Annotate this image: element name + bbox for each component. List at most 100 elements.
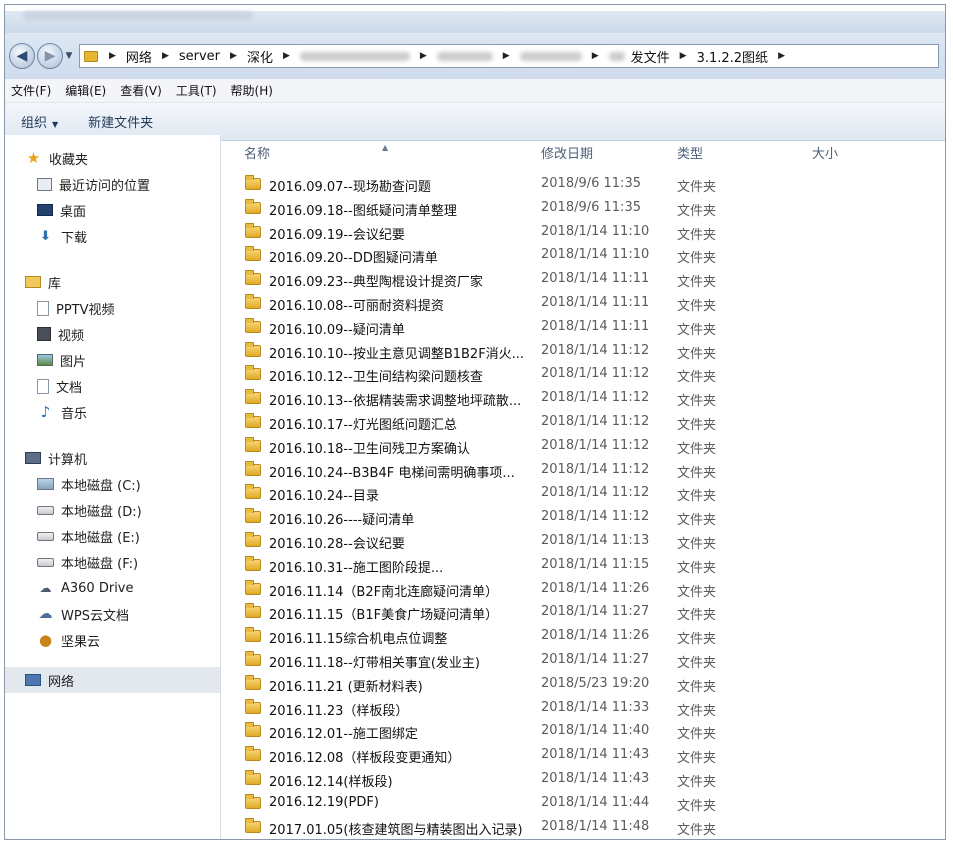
file-type: 文件夹 [677,275,717,291]
file-modified-date: 2018/1/14 11:43 [541,747,650,763]
file-row[interactable]: 2016.11.15综合机电点位调整 2018/1/14 11:26 文件夹 [222,624,945,648]
file-row[interactable]: 2016.12.08（样板段变更通知） 2018/1/14 11:43 文件夹 [222,743,945,767]
sidebar-item-music[interactable]: ♪ 音乐 [5,399,220,425]
new-folder-button[interactable]: 新建文件夹 [88,112,153,131]
file-row[interactable]: 2016.11.18--灯带相关事宜(发业主) 2018/1/14 11:27 文件… [222,648,945,672]
breadcrumb-network[interactable]: 网络 [123,47,155,66]
file-name: 2016.11.21 (更新材料表) [269,679,423,695]
chevron-right-icon[interactable]: ▶ [155,51,176,61]
chevron-right-icon[interactable]: ▶ [102,51,123,61]
chevron-right-icon[interactable]: ▶ [413,51,434,61]
chevron-right-icon[interactable]: ▶ [223,51,244,61]
sidebar-item-a360[interactable]: ☁ A360 Drive [5,575,220,601]
file-row[interactable]: 2016.10.13--依据精装需求调整地坪疏散... 2018/1/14 11:… [222,386,945,410]
column-header-date[interactable]: 修改日期 [541,143,593,162]
breadcrumb-shenhua[interactable]: 深化 [244,47,276,66]
breadcrumb-current[interactable]: 3.1.2.2图纸 [694,47,771,66]
file-modified-date: 2018/1/14 11:11 [541,294,650,310]
file-row[interactable]: 2016.09.18--图纸疑问清单整理 2018/9/6 11:35 文件夹 [222,196,945,220]
file-row[interactable]: 2016.12.19(PDF) 2018/1/14 11:44 文件夹 [222,791,945,815]
sidebar-item-desktop[interactable]: 桌面 [5,197,220,223]
chevron-right-icon[interactable]: ▶ [771,51,792,61]
sidebar-item-pictures[interactable]: 图片 [5,347,220,373]
file-row[interactable]: 2016.09.20--DD图疑问清单 2018/1/14 11:10 文件夹 [222,243,945,267]
organize-button[interactable]: 组织 ▼ [21,112,58,131]
file-type: 文件夹 [677,513,717,529]
sidebar-item-network[interactable]: 网络 [5,667,220,693]
sidebar-item-drive-d[interactable]: 本地磁盘 (D:) [5,497,220,523]
sidebar-item-favorites[interactable]: ★ 收藏夹 [5,145,220,171]
folder-icon [245,270,261,286]
file-row[interactable]: 2016.10.17--灯光图纸问题汇总 2018/1/14 11:12 文件夹 [222,410,945,434]
menu-file[interactable]: 文件(F) [11,82,51,99]
file-row[interactable]: 2016.10.24--目录 2018/1/14 11:12 文件夹 [222,481,945,505]
drive-icon [37,531,54,541]
folder-icon [245,317,261,333]
breadcrumb-server[interactable]: server [176,49,223,64]
menu-edit[interactable]: 编辑(E) [65,82,106,99]
file-row[interactable]: 2016.10.09--疑问清单 2018/1/14 11:11 文件夹 [222,315,945,339]
file-type: 文件夹 [677,322,717,338]
column-header-size[interactable]: 大小 [812,143,838,162]
sidebar-item-label: 视频 [58,328,85,344]
sidebar-item-videos[interactable]: 视频 [5,321,220,347]
file-row[interactable]: 2016.11.23（样板段） 2018/1/14 11:33 文件夹 [222,696,945,720]
folder-icon [245,603,261,619]
file-row[interactable]: 2016.11.21 (更新材料表) 2018/5/23 19:20 文件夹 [222,672,945,696]
breadcrumb[interactable]: ▶ 网络 ▶ server ▶ 深化 ▶ ▶ ▶ ▶ 发文件 ▶ 3.1.2.2… [79,44,939,68]
file-row[interactable]: 2016.10.12--卫生间结构梁问题核查 2018/1/14 11:12 文件夹 [222,362,945,386]
sidebar-item-drive-c[interactable]: 本地磁盘 (C:) [5,471,220,497]
recent-pages-dropdown[interactable]: ▼ [63,51,75,61]
file-row[interactable]: 2016.10.10--按业主意见调整B1B2F消火... 2018/1/14 1… [222,339,945,363]
column-header-name[interactable]: 名称 [244,143,270,162]
folder-icon [245,412,261,428]
menu-tools[interactable]: 工具(T) [176,82,217,99]
chevron-right-icon[interactable]: ▶ [673,51,694,61]
file-row[interactable]: 2016.09.19--会议纪要 2018/1/14 11:10 文件夹 [222,220,945,244]
file-row[interactable]: 2016.10.28--会议纪要 2018/1/14 11:13 文件夹 [222,529,945,553]
sidebar-item-drive-f[interactable]: 本地磁盘 (F:) [5,549,220,575]
file-type: 文件夹 [677,655,717,671]
sidebar-item-pptv[interactable]: PPTV视频 [5,295,220,321]
file-row[interactable]: 2016.09.07--现场勘查问题 2018/9/6 11:35 文件夹 [222,172,945,196]
file-row[interactable]: 2016.12.01--施工图绑定 2018/1/14 11:40 文件夹 [222,719,945,743]
back-button[interactable]: ◀ [9,43,35,69]
file-row[interactable]: 2016.11.14（B2F南北连廊疑问清单） 2018/1/14 11:26 文件… [222,577,945,601]
chevron-right-icon[interactable]: ▶ [585,51,606,61]
sidebar-item-downloads[interactable]: ⬇ 下载 [5,223,220,249]
file-row[interactable]: 2016.10.18--卫生间残卫方案确认 2018/1/14 11:12 文件夹 [222,434,945,458]
menu-view[interactable]: 查看(V) [120,82,162,99]
file-row[interactable]: 2016.09.23--典型陶棍设计提资厂家 2018/1/14 11:11 文件夹 [222,267,945,291]
sidebar-item-jianguoyun[interactable]: ● 坚果云 [5,627,220,653]
network-group: 网络 [5,667,220,693]
file-name: 2016.10.10--按业主意见调整B1B2F消火... [269,346,525,362]
music-icon: ♪ [40,403,51,421]
sidebar-item-wps[interactable]: ☁ WPS云文档 [5,601,220,627]
file-row[interactable]: 2016.10.08--可丽耐资料提资 2018/1/14 11:11 文件夹 [222,291,945,315]
column-header-type[interactable]: 类型 [677,143,703,162]
blurred-title [23,11,253,20]
file-modified-date: 2018/1/14 11:12 [541,366,650,382]
sidebar-item-recent-places[interactable]: 最近访问的位置 [5,171,220,197]
file-row[interactable]: 2016.10.26----疑问清单 2018/1/14 11:12 文件夹 [222,505,945,529]
folder-icon [245,222,261,238]
sidebar-item-computer[interactable]: 计算机 [5,445,220,471]
system-drive-icon [37,478,54,490]
file-row[interactable]: 2016.11.15（B1F美食广场疑问清单） 2018/1/14 11:27 文件… [222,600,945,624]
sidebar-item-drive-e[interactable]: 本地磁盘 (E:) [5,523,220,549]
sidebar-item-libraries[interactable]: 库 [5,269,220,295]
menu-help[interactable]: 帮助(H) [231,82,273,99]
file-row[interactable]: 2016.10.31--施工图阶段提... 2018/1/14 11:15 文件夹 [222,553,945,577]
folder-icon [245,793,261,809]
sidebar-item-documents[interactable]: 文档 [5,373,220,399]
file-row[interactable]: 2017.01.05(核查建筑图与精装图出入记录) 2018/1/14 11:48… [222,815,945,839]
breadcrumb-fawenjian[interactable]: 发文件 [628,47,673,66]
file-row[interactable]: 2016.10.24--B3B4F 电梯间需明确事项... 2018/1/14 1… [222,458,945,482]
chevron-down-icon: ▼ [65,51,73,61]
chevron-right-icon[interactable]: ▶ [276,51,297,61]
file-modified-date: 2018/1/14 11:12 [541,413,650,429]
file-row[interactable]: 2016.12.14(样板段) 2018/1/14 11:43 文件夹 [222,767,945,791]
chevron-right-icon[interactable]: ▶ [496,51,517,61]
file-name: 2016.12.01--施工图绑定 [269,727,418,743]
forward-button[interactable]: ▶ [37,43,63,69]
